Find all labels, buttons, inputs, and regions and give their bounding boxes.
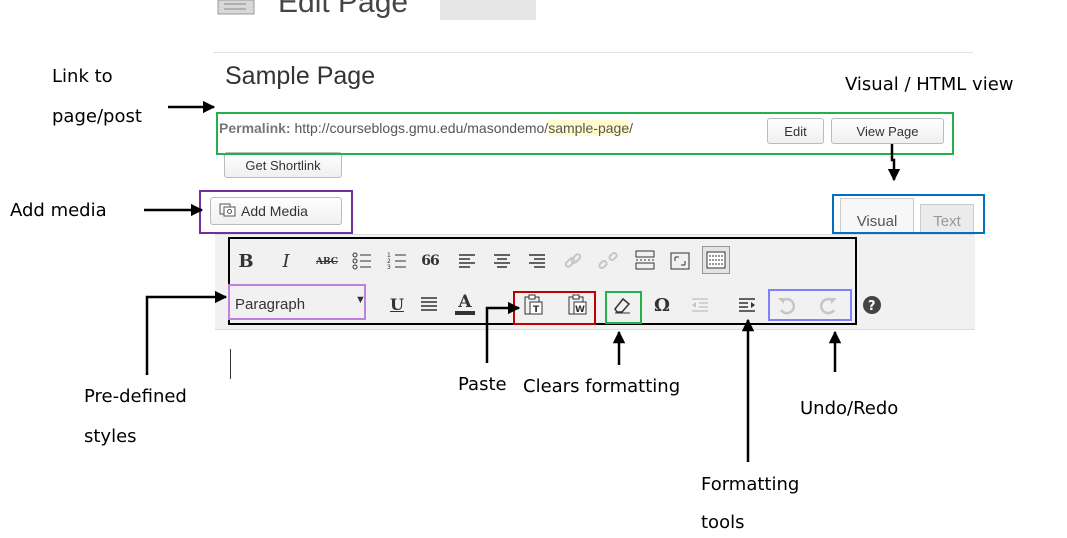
annotation-link-to-line2: page/post — [52, 106, 142, 127]
annotation-clears-formatting: Clears formatting — [523, 376, 681, 397]
visual-html-arrow — [887, 144, 901, 182]
styles-arrow — [145, 290, 228, 375]
paste-arrow — [485, 301, 521, 363]
annotation-paste: Paste — [458, 374, 507, 395]
annotation-predefined-line2: styles — [84, 426, 137, 447]
annotation-formatting-line2: tools — [701, 512, 745, 533]
annotation-add-media: Add media — [10, 200, 107, 221]
annotation-visual-html: Visual / HTML view — [845, 74, 1014, 95]
annotation-undo-redo: Undo/Redo — [800, 398, 899, 419]
annotation-formatting-line1: Formatting — [701, 474, 800, 495]
annotation-predefined-line1: Pre-defined — [84, 386, 187, 407]
annotation-link-to-line1: Link to — [52, 66, 113, 87]
